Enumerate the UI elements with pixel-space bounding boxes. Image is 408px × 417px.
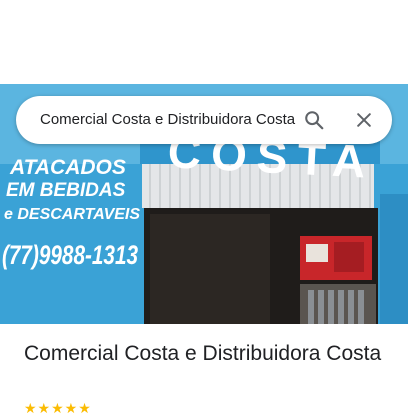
place-title: Comercial Costa e Distribuidora Costa xyxy=(24,342,382,365)
search-input[interactable]: Comercial Costa e Distribuidora Costa xyxy=(40,96,304,144)
map-blank-area xyxy=(0,0,408,84)
sign-em-bebidas-text: EM BEBIDAS xyxy=(6,180,126,201)
sign-phone-text: (77)9988-1313 xyxy=(2,240,138,270)
sign-descartaveis-text: e DESCARTAVEIS xyxy=(4,206,140,223)
sign-atacados-text: ATACADOS xyxy=(9,156,126,179)
search-button[interactable] xyxy=(298,104,330,136)
search-bar[interactable]: Comercial Costa e Distribuidora Costa xyxy=(16,96,392,144)
close-icon xyxy=(357,113,371,127)
search-icon xyxy=(305,111,324,130)
clear-search-button[interactable] xyxy=(348,104,380,136)
rating-stars: ★★★★★ xyxy=(24,400,92,416)
